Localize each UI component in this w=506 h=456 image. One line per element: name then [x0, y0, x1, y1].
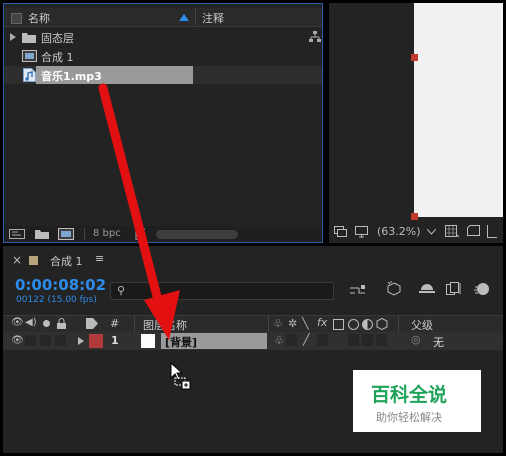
drag-cursor-icon — [170, 362, 191, 390]
watermark-subtitle: 助你轻松解决 — [376, 411, 442, 424]
watermark-title: 百科全说 — [371, 384, 448, 406]
watermark-logo: 百科全说 助你轻松解决 — [353, 370, 481, 432]
